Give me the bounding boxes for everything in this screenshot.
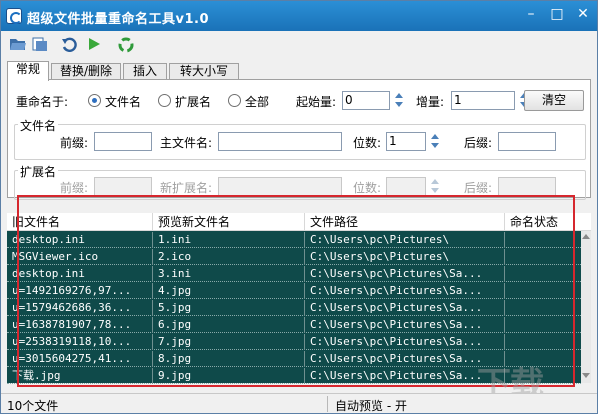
ext-digits-input[interactable] — [386, 177, 426, 196]
filename-prefix-input[interactable] — [94, 132, 152, 151]
increment-label: 增量: — [416, 95, 445, 109]
digits-input[interactable]: 1 — [386, 132, 426, 151]
ext-suffix-label: 后缀: — [464, 181, 493, 195]
undo-icon[interactable] — [61, 36, 81, 54]
tab-general[interactable]: 常规 — [7, 61, 49, 81]
filename-suffix-label: 后缀: — [464, 136, 493, 150]
toolbar — [1, 31, 597, 59]
title-bar[interactable]: 超级文件批量重命名工具v1.0 – □ ✕ — [1, 1, 597, 31]
start-value-spinner[interactable] — [393, 91, 406, 110]
radio-filename[interactable] — [88, 94, 101, 107]
tab-replace-delete[interactable]: 替换/删除 — [51, 63, 121, 80]
scroll-down-arrow-icon[interactable] — [582, 373, 590, 378]
filename-prefix-label: 前缀: — [60, 136, 89, 150]
app-logo-icon — [6, 8, 22, 24]
ext-prefix-input[interactable] — [94, 177, 152, 196]
ext-digits-spinner[interactable] — [429, 177, 442, 196]
status-bar: 10个文件 自动预览 - 开 — [1, 393, 597, 413]
general-panel: 重命名于: 文件名 扩展名 全部 起始量: 0 增量: 1 清空 文件名 前缀:… — [7, 79, 591, 200]
radio-filename-label[interactable]: 文件名 — [105, 93, 141, 110]
run-icon[interactable] — [85, 36, 105, 54]
ext-digits-label: 位数: — [353, 181, 382, 195]
radio-all[interactable] — [228, 94, 241, 107]
radio-extension[interactable] — [158, 94, 171, 107]
new-extension-label: 新扩展名: — [160, 181, 213, 195]
increment-input[interactable]: 1 — [451, 91, 515, 110]
digits-label: 位数: — [353, 136, 382, 150]
start-value-label: 起始量: — [296, 95, 337, 109]
maximize-button[interactable]: □ — [545, 5, 569, 25]
app-window: 超级文件批量重命名工具v1.0 – □ ✕ 常规 替换/删除 插入 转大小写 重… — [0, 0, 598, 414]
extension-group-title: 扩展名 — [18, 163, 59, 180]
radio-all-label[interactable]: 全部 — [245, 93, 269, 110]
digits-spinner[interactable] — [429, 132, 442, 151]
open-files-icon[interactable] — [31, 36, 51, 54]
close-button[interactable]: ✕ — [571, 5, 595, 25]
file-count: 10个文件 — [7, 399, 59, 413]
start-value-input[interactable]: 0 — [342, 91, 390, 110]
main-filename-label: 主文件名: — [160, 136, 213, 150]
scroll-up-arrow-icon[interactable] — [582, 234, 590, 239]
status-separator — [327, 396, 328, 412]
recycle-icon[interactable] — [117, 36, 137, 54]
ext-prefix-label: 前缀: — [60, 181, 89, 195]
radio-extension-label[interactable]: 扩展名 — [175, 93, 211, 110]
ext-suffix-input[interactable] — [498, 177, 556, 196]
auto-preview-status: 自动预览 - 开 — [335, 399, 407, 413]
window-title: 超级文件批量重命名工具v1.0 — [27, 12, 210, 27]
new-extension-input[interactable] — [218, 177, 342, 196]
filename-group-title: 文件名 — [18, 117, 59, 134]
filename-suffix-input[interactable] — [498, 132, 556, 151]
open-folder-icon[interactable] — [9, 36, 29, 54]
rename-target-label: 重命名于: — [16, 95, 69, 109]
main-filename-input[interactable] — [218, 132, 342, 151]
minimize-button[interactable]: – — [519, 5, 543, 25]
tab-insert[interactable]: 插入 — [123, 63, 167, 80]
clear-button[interactable]: 清空 — [524, 90, 584, 111]
tab-case-convert[interactable]: 转大小写 — [169, 63, 239, 80]
table-scrollbar[interactable] — [581, 231, 591, 383]
